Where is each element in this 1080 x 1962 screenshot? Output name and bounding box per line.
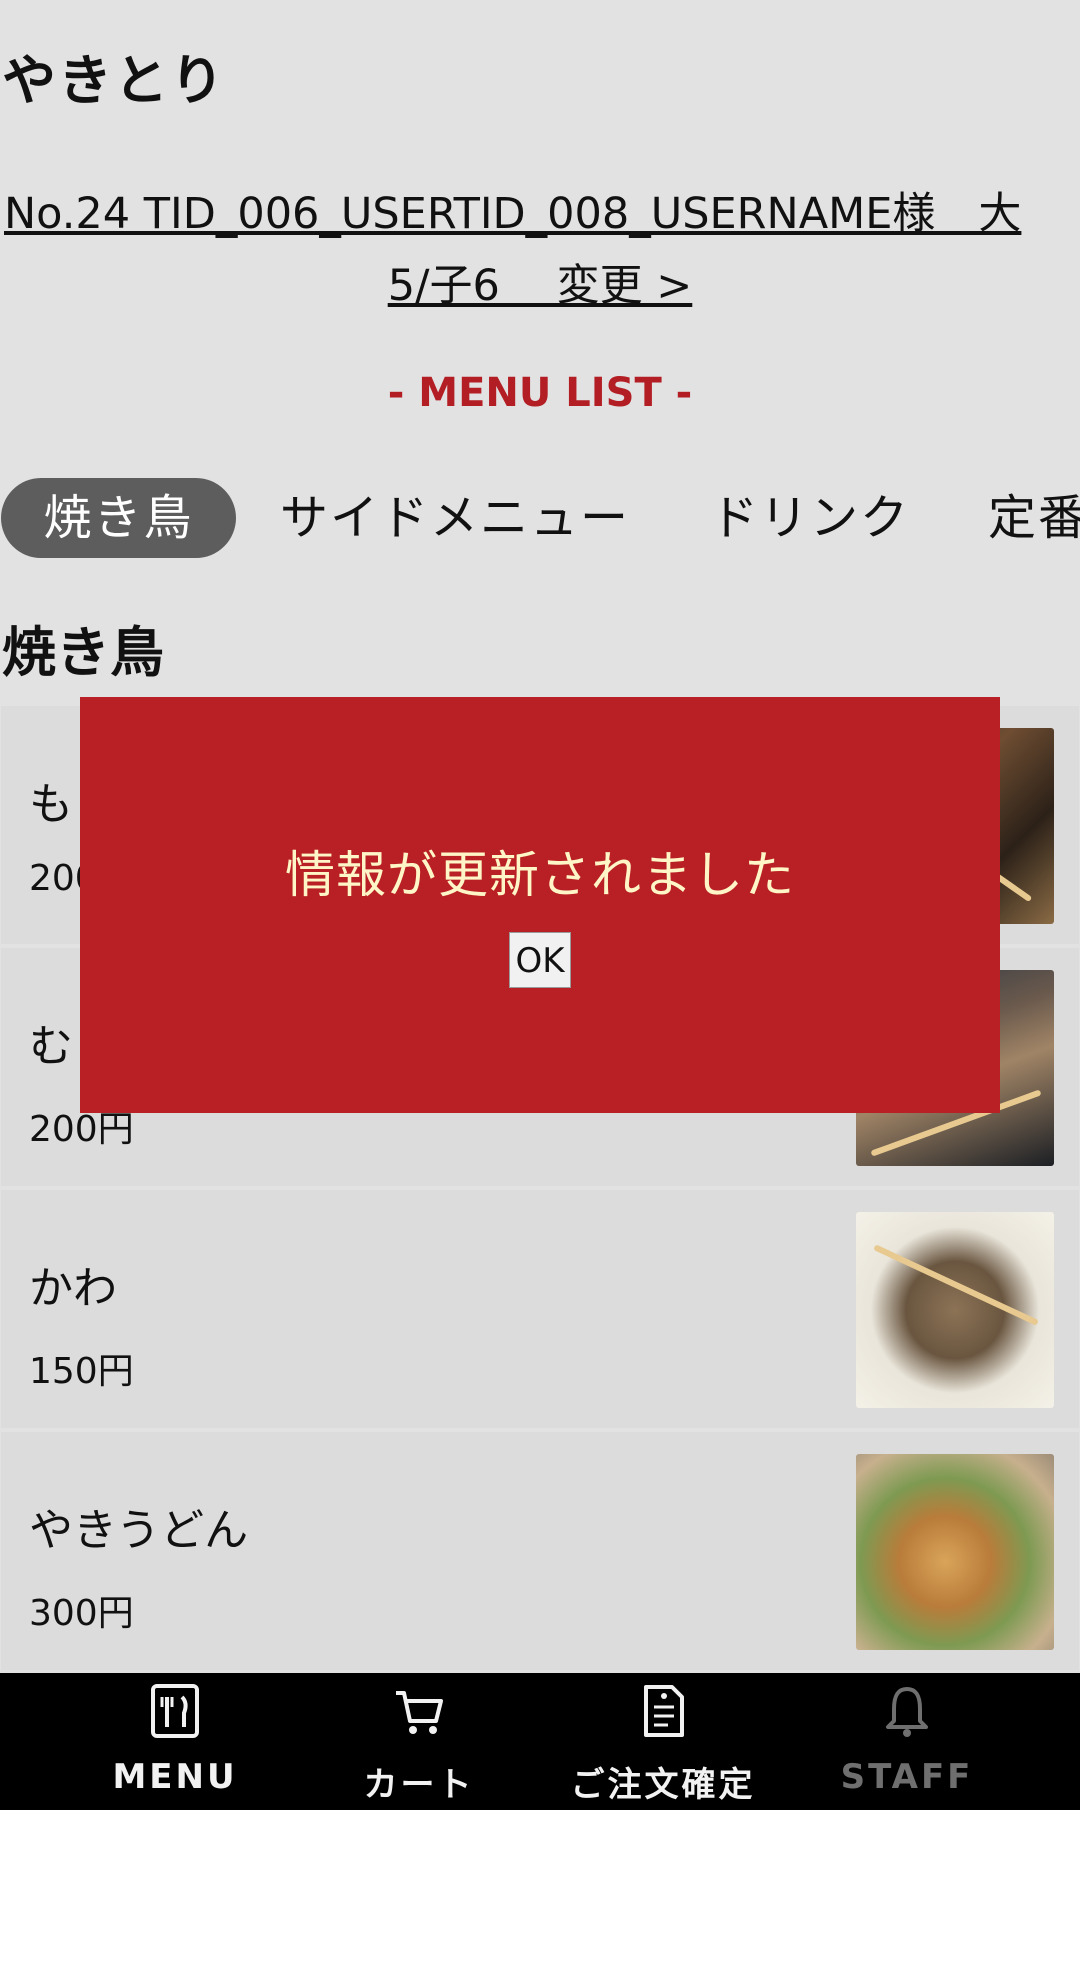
tab-side-menu[interactable]: サイドメニュー [280, 478, 630, 558]
item-name: かわ [29, 1263, 117, 1314]
nav-order-confirm[interactable]: ご注文確定 [541, 1673, 785, 1810]
nav-order-label: ご注文確定 [570, 1765, 756, 1805]
tab-drink[interactable]: ドリンク [710, 478, 910, 558]
menu-icon [151, 1684, 199, 1738]
change-table-link[interactable]: 5/子6 変更 > [388, 250, 693, 322]
table-info-link[interactable]: No.24 TID_006_USERTID_008_USERNAME様 大 5/… [0, 178, 1080, 322]
menu-item[interactable]: やきうどん 300円 [1, 1432, 1079, 1670]
store-title: やきとり [2, 49, 226, 112]
tab-standard[interactable]: 定番 [988, 478, 1080, 558]
cart-icon [396, 1691, 443, 1734]
menu-list-heading: - MENU LIST - [387, 370, 693, 416]
nav-cart-label: カート [363, 1765, 475, 1805]
screen: やきとり No.24 TID_006_USERTID_008_USERNAME様… [0, 0, 1080, 1810]
item-photo[interactable] [856, 1454, 1054, 1650]
item-name: やきうどん [29, 1505, 249, 1556]
bell-icon [886, 1687, 928, 1737]
nav-staff-label: STAFF [840, 1757, 974, 1797]
bottom-nav: MENU カート ご注文確定 STAFF [0, 1673, 1080, 1810]
item-price: 300円 [29, 1593, 134, 1634]
item-name: む [29, 1021, 73, 1072]
update-dialog: 情報が更新されました OK [80, 697, 1000, 1113]
table-info-text[interactable]: No.24 TID_006_USERTID_008_USERNAME様 大 [0, 178, 1080, 250]
item-name: も [29, 779, 73, 830]
category-tabs: 焼き鳥 サイドメニュー ドリンク 定番 [0, 478, 1080, 558]
nav-cart[interactable]: カート [297, 1673, 541, 1810]
item-price: 150円 [29, 1351, 134, 1392]
nav-staff[interactable]: STAFF [785, 1673, 1029, 1810]
item-photo[interactable] [856, 1212, 1054, 1408]
ok-button[interactable]: OK [509, 932, 571, 988]
order-icon [644, 1685, 684, 1737]
section-title: 焼き鳥 [2, 621, 164, 684]
tab-yakitori[interactable]: 焼き鳥 [1, 478, 236, 558]
dialog-message: 情報が更新されました [285, 846, 795, 904]
nav-menu[interactable]: MENU [53, 1673, 297, 1810]
menu-item[interactable]: かわ 150円 [1, 1190, 1079, 1428]
nav-menu-label: MENU [112, 1757, 238, 1797]
